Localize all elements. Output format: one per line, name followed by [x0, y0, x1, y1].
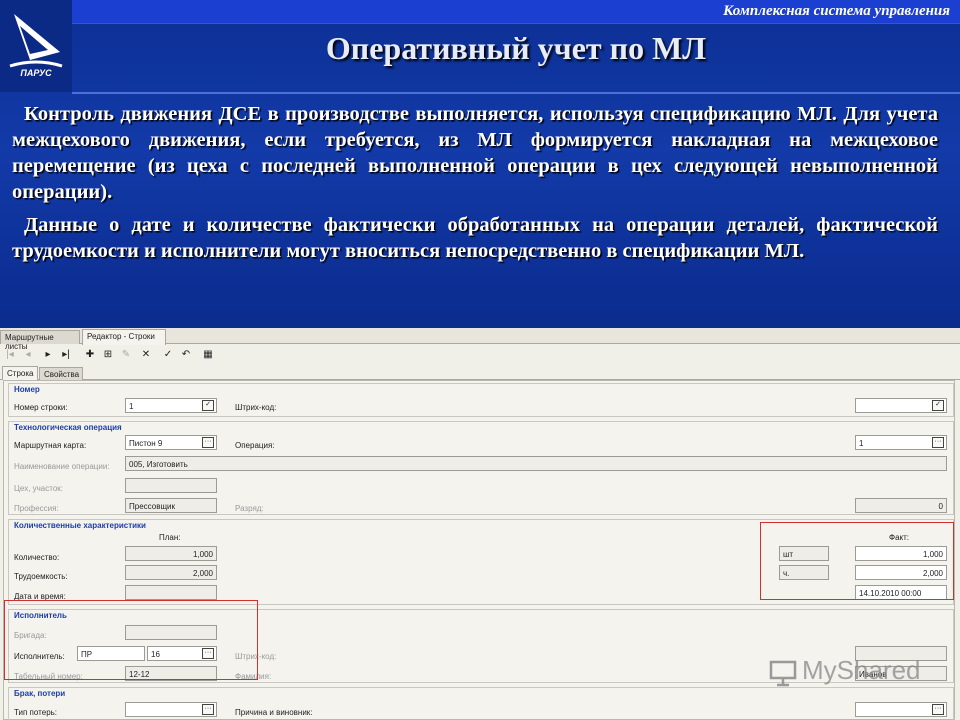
barcode-check-icon[interactable]: ✓ [932, 400, 944, 411]
group-defect-title: Брак, потери [14, 689, 66, 698]
cause-select-icon[interactable]: ··· [932, 704, 944, 715]
route-card-select-icon[interactable]: ··· [202, 437, 214, 448]
confirm-icon[interactable]: ✓ [162, 349, 174, 361]
group-tech-operation: Технологическая операция Маршрутная карт… [8, 421, 954, 515]
profession-label: Профессия: [14, 504, 59, 513]
cause-label: Причина и виновник: [235, 708, 313, 717]
toolbar: |◂ ◂ ▸ ▸| ✚ ⊞ ✎ ✕ ✓ ↶ ▦ [0, 346, 960, 364]
delete-icon[interactable]: ✕ [140, 349, 152, 361]
first-record-icon[interactable]: |◂ [4, 349, 16, 361]
group-number-title: Номер [14, 385, 40, 394]
edit-icon[interactable]: ✎ [120, 349, 132, 361]
parus-logo: ПАРУС [0, 0, 72, 92]
paragraph-2: Данные о дате и количестве фактически об… [12, 214, 938, 262]
sub-tab-strip: Строка Свойства [0, 366, 960, 380]
undo-icon[interactable]: ↶ [180, 349, 192, 361]
add-icon[interactable]: ✚ [84, 349, 96, 361]
shop-field [125, 478, 217, 493]
next-record-icon[interactable]: ▸ [42, 349, 54, 361]
tab-row[interactable]: Строка [2, 366, 38, 380]
operation-select-icon[interactable]: ··· [932, 437, 944, 448]
row-number-check-icon[interactable]: ✓ [202, 400, 214, 411]
loss-type-label: Тип потерь: [14, 708, 58, 717]
operation-label: Операция: [235, 441, 275, 450]
tab-properties[interactable]: Свойства [39, 367, 83, 380]
barcode-label: Штрих-код: [235, 403, 277, 412]
labor-plan-field: 2,000 [125, 565, 217, 580]
main-tab-strip: Маршрутные листы Редактор - Строки [0, 328, 960, 351]
highlight-executor-box [4, 600, 258, 680]
op-name-field: 005, Изготовить [125, 456, 947, 471]
title-divider [72, 92, 960, 94]
route-card-label: Маршрутная карта: [14, 441, 87, 450]
plan-header: План: [159, 533, 181, 542]
group-number: Номер Номер строки: 1 ✓ Штрих-код: ✓ [8, 383, 954, 417]
last-record-icon[interactable]: ▸| [60, 349, 72, 361]
highlight-fact-box [760, 522, 954, 600]
header-text: Комплексная система управления [723, 3, 950, 19]
loss-type-select-icon[interactable]: ··· [202, 704, 214, 715]
slide-title: Оперативный учет по МЛ [325, 30, 707, 66]
paragraph-1: Контроль движения ДСЕ в производстве вып… [12, 103, 938, 203]
row-number-label: Номер строки: [14, 403, 68, 412]
prev-record-icon[interactable]: ◂ [22, 349, 34, 361]
labor-label: Трудоемкость: [14, 572, 68, 581]
calculator-icon[interactable]: ▦ [202, 349, 214, 361]
sail-logo-icon [9, 14, 63, 68]
watermark-text: MyShared [802, 655, 921, 685]
add-copy-icon[interactable]: ⊞ [102, 349, 114, 361]
qty-label: Количество: [14, 553, 60, 562]
logo-text: ПАРУС [20, 68, 52, 78]
watermark-presentation-icon [769, 660, 797, 687]
tab-row-editor[interactable]: Редактор - Строки [82, 329, 166, 345]
grade-field: 0 [855, 498, 947, 513]
op-name-label: Наименование операции: [14, 462, 110, 471]
group-quantity-title: Количественные характеристики [14, 521, 146, 530]
shop-label: Цех, участок: [14, 484, 63, 493]
tab-route-sheets[interactable]: Маршрутные листы [0, 330, 80, 351]
grade-label: Разряд: [235, 504, 264, 513]
qty-plan-field: 1,000 [125, 546, 217, 561]
profession-field: Прессовщик [125, 498, 217, 513]
group-defect: Брак, потери Тип потерь: ··· Причина и в… [8, 687, 954, 720]
group-tech-title: Технологическая операция [14, 423, 122, 432]
header-bar: Комплексная система управления [72, 0, 960, 24]
date-plan-field [125, 585, 217, 600]
